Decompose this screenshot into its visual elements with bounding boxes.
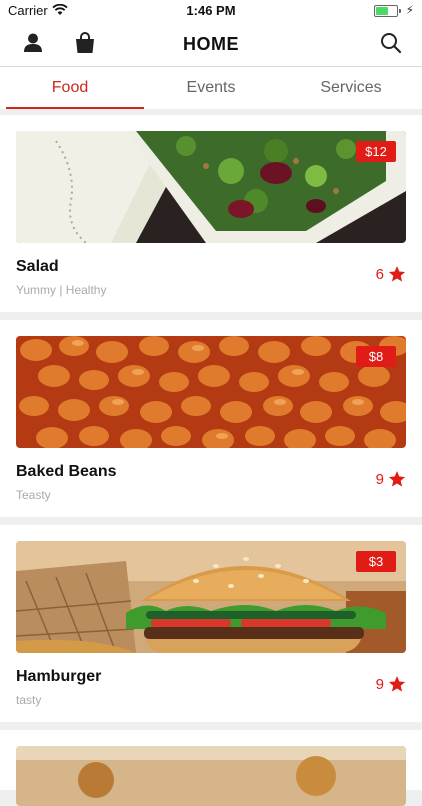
- battery-icon: [374, 5, 401, 17]
- active-tab-indicator: [6, 107, 144, 109]
- tab-food[interactable]: Food: [0, 67, 144, 109]
- star-icon: [388, 471, 406, 487]
- rating: 9: [376, 675, 406, 693]
- tab-food-label: Food: [51, 79, 89, 96]
- food-name: Hamburger: [16, 668, 102, 685]
- price-badge: $8: [356, 346, 396, 367]
- tab-services[interactable]: Services: [281, 67, 421, 109]
- food-card-partial[interactable]: [0, 730, 422, 806]
- rating: 9: [376, 470, 406, 488]
- food-card-hamburger[interactable]: $3 Hamburger tasty 9: [0, 525, 422, 722]
- top-nav-bar: HOME: [0, 22, 422, 67]
- tab-events-label: Events: [186, 79, 236, 96]
- food-tags: tasty: [16, 693, 42, 707]
- search-icon[interactable]: [378, 30, 404, 56]
- food-card-baked-beans[interactable]: $8 Baked Beans Teasty 9: [0, 320, 422, 517]
- charging-icon: ⚡: [405, 3, 414, 17]
- food-tags: Yummy | Healthy: [16, 283, 107, 297]
- status-time: 1:46 PM: [186, 3, 236, 18]
- star-icon: [388, 676, 406, 692]
- food-name: Salad: [16, 258, 59, 275]
- food-card-salad[interactable]: $12 Salad Yummy | Healthy 6: [0, 115, 422, 312]
- price-badge: $3: [356, 551, 396, 572]
- rating-count: 9: [375, 675, 384, 693]
- food-tags: Teasty: [16, 488, 51, 502]
- status-bar: Carrier 1:46 PM ⚡: [0, 0, 422, 22]
- salad-image: $12: [16, 131, 406, 243]
- star-icon: [388, 266, 406, 282]
- rating-count: 6: [375, 265, 384, 283]
- food-image-partial: [16, 746, 406, 806]
- category-tabs: Food Events Services: [0, 67, 422, 109]
- food-list: $12 Salad Yummy | Healthy 6 $8 Baked Bea…: [0, 115, 422, 806]
- rating-count: 9: [375, 470, 384, 488]
- page-title: HOME: [183, 34, 239, 54]
- tab-events[interactable]: Events: [141, 67, 281, 109]
- food-name: Baked Beans: [16, 463, 117, 480]
- rating: 6: [376, 265, 406, 283]
- price-badge: $12: [356, 141, 396, 162]
- tab-services-label: Services: [320, 79, 382, 96]
- baked-beans-image: $8: [16, 336, 406, 448]
- hamburger-image: $3: [16, 541, 406, 653]
